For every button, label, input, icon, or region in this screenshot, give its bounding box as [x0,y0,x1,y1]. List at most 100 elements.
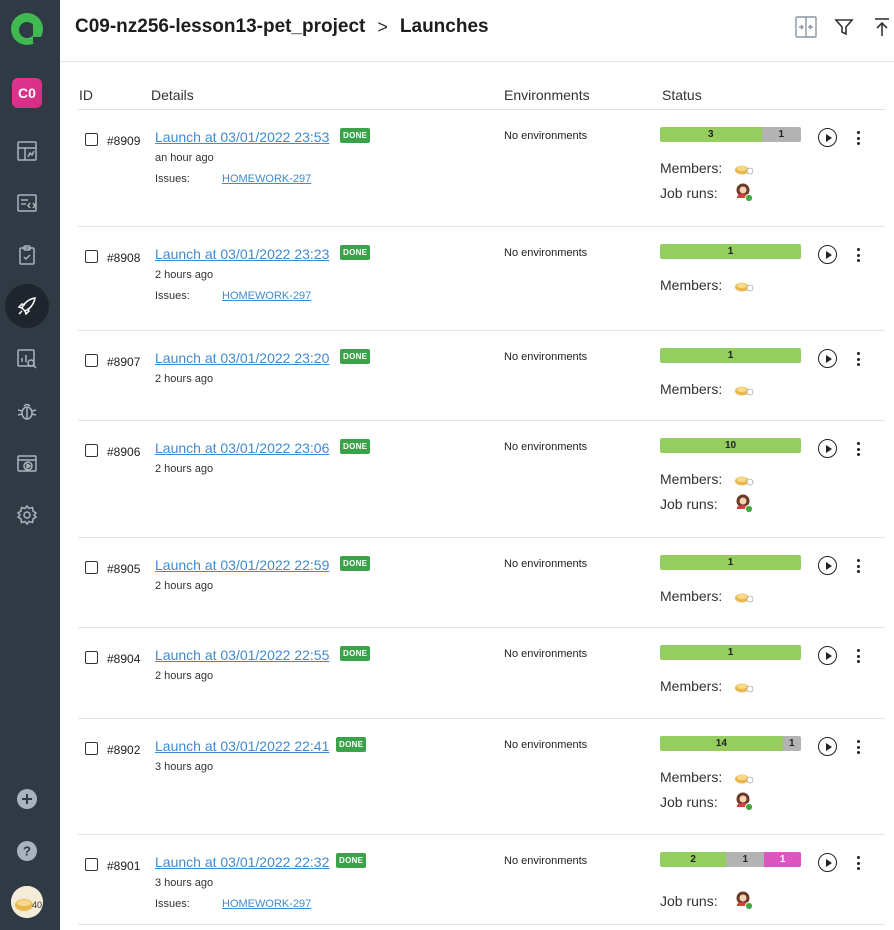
launch-time-ago: 2 hours ago [155,463,214,475]
table-row[interactable]: #8909 Launch at 03/01/2022 23:53 DONE an ho… [78,110,885,227]
more-options-icon[interactable] [855,130,861,146]
test-cases-icon[interactable] [8,184,46,222]
more-options-icon[interactable] [855,855,861,871]
row-checkbox[interactable] [85,858,98,871]
app-logo-icon[interactable] [9,11,45,47]
job-runs-label: Job runs: [660,794,718,810]
table-row[interactable]: #8904 Launch at 03/01/2022 22:55 DONE 2 hou… [78,628,885,719]
status-bar: 1 [660,244,801,259]
page-title: Launches [399,16,489,37]
more-options-icon[interactable] [855,558,861,574]
table-row[interactable]: #8901 Launch at 03/01/2022 22:32 DONE 3 hou… [78,835,885,925]
launch-title-link[interactable]: Launch at 03/01/2022 22:59 [155,557,329,573]
run-launch-button[interactable] [818,245,837,264]
launch-time-ago: 2 hours ago [155,269,214,281]
table-row[interactable]: #8902 Launch at 03/01/2022 22:41 DONE 3 hou… [78,719,885,835]
test-runs-icon[interactable] [8,236,46,274]
row-checkbox[interactable] [85,444,98,457]
launch-title-link[interactable]: Launch at 03/01/2022 22:32 [155,854,329,870]
launch-title-link[interactable]: Launch at 03/01/2022 23:23 [155,246,329,262]
video-icon[interactable] [8,444,46,482]
launch-id: #8901 [107,859,141,873]
launch-title-link[interactable]: Launch at 03/01/2022 22:41 [155,738,329,754]
more-options-icon[interactable] [855,247,861,263]
run-launch-button[interactable] [818,853,837,872]
settings-icon[interactable] [8,496,46,534]
bug-icon[interactable] [8,392,46,430]
table-row[interactable]: #8906 Launch at 03/01/2022 23:06 DONE 2 hou… [78,421,885,538]
issue-link[interactable]: HOMEWORK-297 [222,173,311,185]
run-launch-button[interactable] [818,737,837,756]
run-launch-button[interactable] [818,556,837,575]
launch-environments: No environments [504,130,588,142]
run-launch-button[interactable] [818,439,837,458]
more-options-icon[interactable] [855,739,861,755]
row-checkbox[interactable] [85,354,98,367]
run-launch-button[interactable] [818,349,837,368]
column-header-details: Details [151,87,194,103]
member-avatar-icon[interactable] [734,278,754,292]
job-run-avatar-icon[interactable] [735,492,754,514]
members-label: Members: [660,381,723,397]
status-bar: 31 [660,127,801,142]
dashboard-icon[interactable] [8,132,46,170]
status-segment-fail: 1 [782,736,801,751]
add-icon[interactable] [8,780,46,818]
job-run-avatar-icon[interactable] [735,790,754,812]
launch-title-link[interactable]: Launch at 03/01/2022 23:53 [155,129,329,145]
row-checkbox[interactable] [85,250,98,263]
row-checkbox[interactable] [85,561,98,574]
issue-link[interactable]: HOMEWORK-297 [222,898,311,910]
table-row[interactable]: #8907 Launch at 03/01/2022 23:20 DONE 2 hou… [78,331,885,421]
status-segment-fail: 1 [726,852,765,867]
status-segment-skip: 1 [764,852,801,867]
row-checkbox[interactable] [85,742,98,755]
members-label: Members: [660,588,723,604]
member-avatar-icon[interactable] [734,382,754,396]
status-bar: 1 [660,645,801,660]
member-avatar-icon[interactable] [734,679,754,693]
job-run-avatar-icon[interactable] [735,181,754,203]
table-header: ID Details Environments Status [78,78,885,110]
status-bar: 14 1 [660,736,801,751]
launch-environments: No environments [504,739,588,751]
breadcrumb-project[interactable]: C09-nz256-lesson13-pet_project [75,16,365,38]
member-avatar-icon[interactable] [734,589,754,603]
breadcrumb: C09-nz256-lesson13-pet_project > Launche… [75,16,489,38]
issue-link[interactable]: HOMEWORK-297 [222,290,311,302]
table-row[interactable]: #8908 Launch at 03/01/2022 23:23 DONE 2 hou… [78,227,885,331]
row-checkbox[interactable] [85,133,98,146]
launch-title-link[interactable]: Launch at 03/01/2022 23:06 [155,440,329,456]
launch-id: #8904 [107,652,141,666]
member-avatar-icon[interactable] [734,161,754,175]
launch-id: #8908 [107,251,141,265]
more-options-icon[interactable] [855,648,861,664]
help-icon[interactable]: ? [8,832,46,870]
user-avatar[interactable]: 40 [11,886,43,918]
reports-icon[interactable] [8,340,46,378]
sidebar: C0 ? 40 [0,0,60,930]
compare-icon[interactable] [794,15,818,39]
table-row[interactable]: #8905 Launch at 03/01/2022 22:59 DONE 2 hou… [78,538,885,628]
run-launch-button[interactable] [818,646,837,665]
svg-text:40: 40 [32,900,42,910]
run-launch-button[interactable] [818,128,837,147]
launch-time-ago: 2 hours ago [155,670,214,682]
launches-icon[interactable] [5,284,49,328]
column-header-environments: Environments [504,87,590,103]
member-avatar-icon[interactable] [734,472,754,486]
member-avatar-icon[interactable] [734,770,754,784]
export-icon[interactable] [870,15,894,39]
project-badge[interactable]: C0 [12,78,42,108]
row-checkbox[interactable] [85,651,98,664]
launch-id: #8906 [107,445,141,459]
filter-icon[interactable] [832,15,856,39]
status-bar: 1 [660,348,801,363]
header-toolbar [794,15,894,39]
launch-title-link[interactable]: Launch at 03/01/2022 22:55 [155,647,329,663]
job-run-avatar-icon[interactable] [735,889,754,911]
job-runs-label: Job runs: [660,185,718,201]
more-options-icon[interactable] [855,441,861,457]
more-options-icon[interactable] [855,351,861,367]
launch-title-link[interactable]: Launch at 03/01/2022 23:20 [155,350,329,366]
